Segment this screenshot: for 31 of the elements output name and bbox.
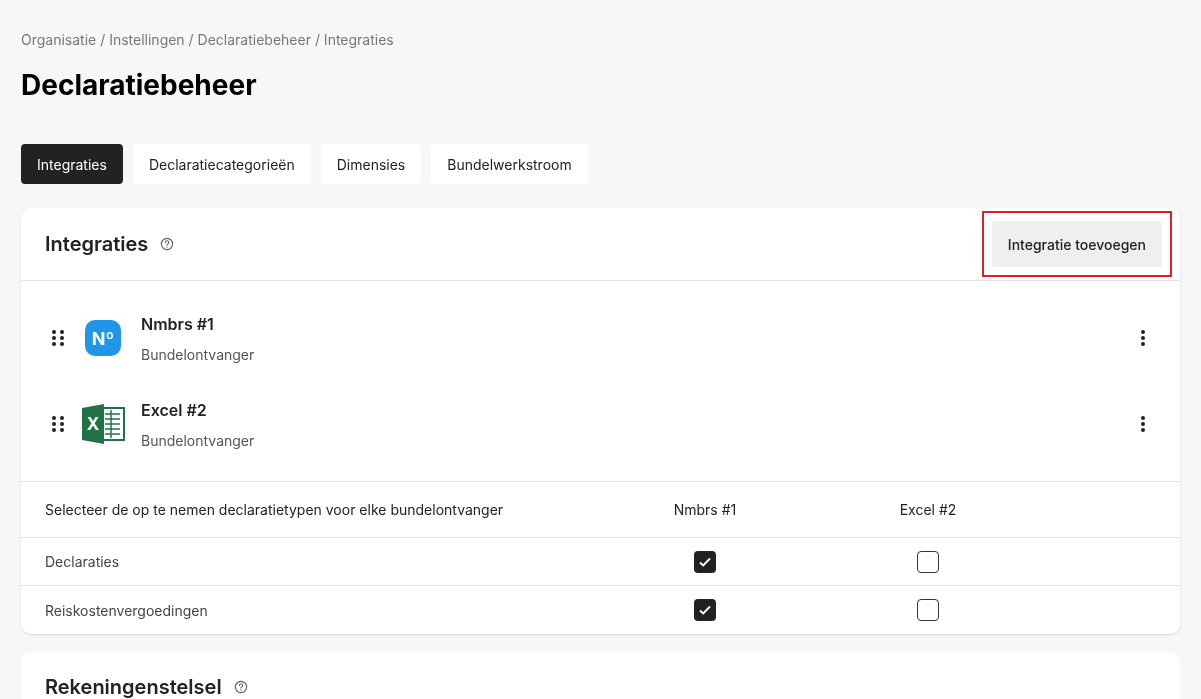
- checkbox[interactable]: [917, 550, 939, 573]
- checkbox[interactable]: [694, 550, 716, 573]
- column-header: Nmbrs #1: [672, 500, 738, 520]
- column-header: Selecteer de op te nemen declaratietypen voor elke bundelontvanger: [45, 500, 505, 520]
- row-label: Reiskostenvergoedingen: [45, 600, 209, 621]
- column-header: Excel #2: [898, 500, 958, 520]
- card-title: Integraties: [45, 231, 149, 258]
- drag-handle-icon[interactable]: [51, 329, 65, 347]
- integration-role: Bundelontvanger: [141, 430, 255, 451]
- drag-handle-icon[interactable]: [51, 415, 65, 433]
- add-integration-button[interactable]: Integratie toevoegen: [991, 221, 1162, 267]
- integration-name: Excel #2: [141, 398, 208, 422]
- tab[interactable]: Declaratiecategorieën: [132, 144, 311, 184]
- checkbox[interactable]: [917, 599, 939, 621]
- tab[interactable]: Integraties: [21, 144, 123, 184]
- tab[interactable]: Bundelwerkstroom: [431, 144, 588, 184]
- breadcrumb: Organisatie / Instellingen / Declaratiebeheer / Integraties: [21, 30, 395, 50]
- help-icon[interactable]: [160, 237, 175, 251]
- more-icon[interactable]: [1140, 329, 1146, 347]
- nmbrs-logo: Nº: [85, 320, 121, 356]
- page-title: Declaratiebeheer: [21, 67, 258, 104]
- integration-name: Nmbrs #1: [141, 312, 215, 336]
- integration-role: Bundelontvanger: [141, 344, 255, 365]
- help-icon[interactable]: [233, 680, 248, 694]
- row-label: Declaraties: [45, 552, 121, 572]
- tab[interactable]: Dimensies: [320, 144, 422, 184]
- more-icon[interactable]: [1140, 415, 1146, 433]
- checkmark-icon: [698, 603, 712, 617]
- card-title: Rekeningenstelsel: [45, 674, 222, 699]
- excel-logo: X: [81, 402, 125, 446]
- checkbox[interactable]: [694, 599, 716, 621]
